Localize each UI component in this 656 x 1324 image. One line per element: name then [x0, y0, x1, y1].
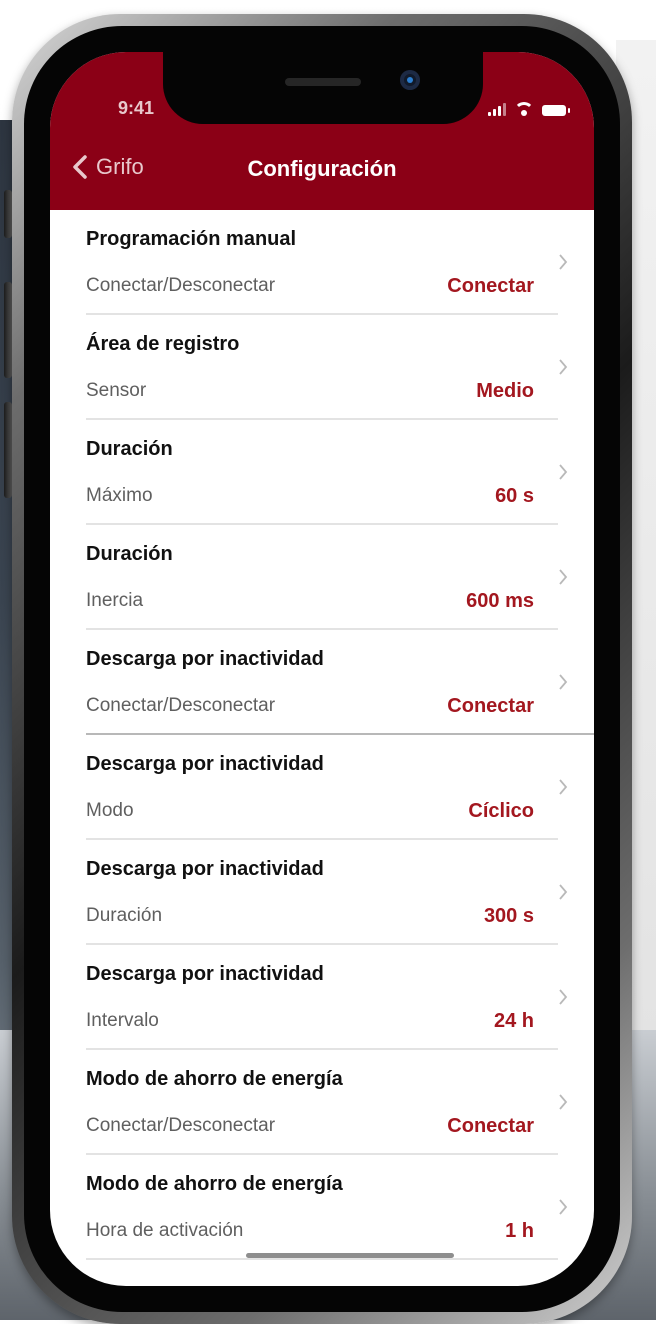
chevron-right-icon — [559, 1199, 568, 1215]
setting-row-idle-flush-mode[interactable]: Descarga por inactividad Modo Cíclico — [50, 735, 594, 840]
chevron-right-icon — [559, 989, 568, 1005]
row-title: Área de registro — [86, 333, 240, 355]
setting-row-sensor-area[interactable]: Área de registro Sensor Medio — [50, 315, 594, 420]
phone-frame: 9:41 Grifo Configuración Programación ma… — [12, 14, 632, 1324]
setting-row-manual-programming[interactable]: Programación manual Conectar/Desconectar… — [50, 210, 594, 315]
row-label: Modo — [86, 800, 134, 821]
row-value: Cíclico — [468, 800, 534, 822]
notch — [163, 52, 483, 124]
setting-row-energy-saving-activation[interactable]: Modo de ahorro de energía Hora de activa… — [50, 1155, 594, 1260]
row-title: Duración — [86, 438, 173, 460]
signal-icon — [488, 102, 506, 116]
chevron-right-icon — [559, 359, 568, 375]
row-title: Descarga por inactividad — [86, 648, 324, 670]
setting-row-idle-flush-duration[interactable]: Descarga por inactividad Duración 300 s — [50, 840, 594, 945]
chevron-right-icon — [559, 674, 568, 690]
chevron-right-icon — [559, 779, 568, 795]
chevron-right-icon — [559, 884, 568, 900]
camera-icon — [400, 70, 420, 90]
row-label: Conectar/Desconectar — [86, 1115, 276, 1136]
row-value: Conectar — [447, 1115, 534, 1137]
row-title: Descarga por inactividad — [86, 753, 324, 775]
row-value: Conectar — [447, 695, 534, 717]
row-title: Descarga por inactividad — [86, 858, 324, 880]
status-time: 9:41 — [118, 98, 155, 118]
row-value: Medio — [476, 380, 534, 402]
row-label: Sensor — [86, 380, 147, 401]
chevron-right-icon — [559, 254, 568, 270]
chevron-right-icon — [559, 1094, 568, 1110]
settings-list: Programación manual Conectar/Desconectar… — [50, 210, 594, 1260]
chevron-right-icon — [559, 569, 568, 585]
setting-row-duration-inertia[interactable]: Duración Inercia 600 ms — [50, 525, 594, 630]
setting-row-idle-flush-toggle[interactable]: Descarga por inactividad Conectar/Descon… — [50, 630, 594, 735]
phone-bezel: 9:41 Grifo Configuración Programación ma… — [24, 26, 620, 1312]
row-title: Descarga por inactividad — [86, 963, 324, 985]
volume-up-button — [4, 282, 12, 378]
mute-switch — [4, 190, 12, 238]
row-label: Inercia — [86, 590, 144, 611]
row-value: 60 s — [495, 485, 534, 507]
row-value: Conectar — [447, 275, 534, 297]
wifi-icon — [514, 102, 534, 116]
row-title: Programación manual — [86, 228, 297, 250]
phone-screen: 9:41 Grifo Configuración Programación ma… — [50, 52, 594, 1286]
row-title: Modo de ahorro de energía — [86, 1173, 343, 1195]
row-label: Conectar/Desconectar — [86, 275, 276, 296]
row-value: 300 s — [483, 905, 534, 927]
row-label: Conectar/Desconectar — [86, 695, 276, 716]
row-label: Máximo — [86, 485, 153, 506]
speaker-grille — [285, 78, 361, 86]
battery-icon — [542, 105, 570, 116]
setting-row-duration-max[interactable]: Duración Máximo 60 s — [50, 420, 594, 525]
row-value: 1 h — [505, 1220, 534, 1242]
page-title: Configuración — [247, 156, 397, 181]
row-value: 600 ms — [466, 590, 534, 612]
status-icons — [488, 100, 570, 116]
setting-row-idle-flush-interval[interactable]: Descarga por inactividad Intervalo 24 h — [50, 945, 594, 1050]
volume-down-button — [4, 402, 12, 498]
row-label: Hora de activación — [86, 1220, 244, 1241]
row-title: Modo de ahorro de energía — [86, 1068, 343, 1090]
setting-row-energy-saving-toggle[interactable]: Modo de ahorro de energía Conectar/Desco… — [50, 1050, 594, 1155]
nav-header: 9:41 Grifo Configuración — [50, 52, 594, 210]
row-label: Duración — [86, 905, 163, 926]
chevron-right-icon — [559, 464, 568, 480]
row-label: Intervalo — [86, 1010, 159, 1031]
row-value: 24 h — [493, 1010, 534, 1032]
home-indicator[interactable] — [246, 1253, 454, 1258]
row-title: Duración — [86, 543, 173, 565]
